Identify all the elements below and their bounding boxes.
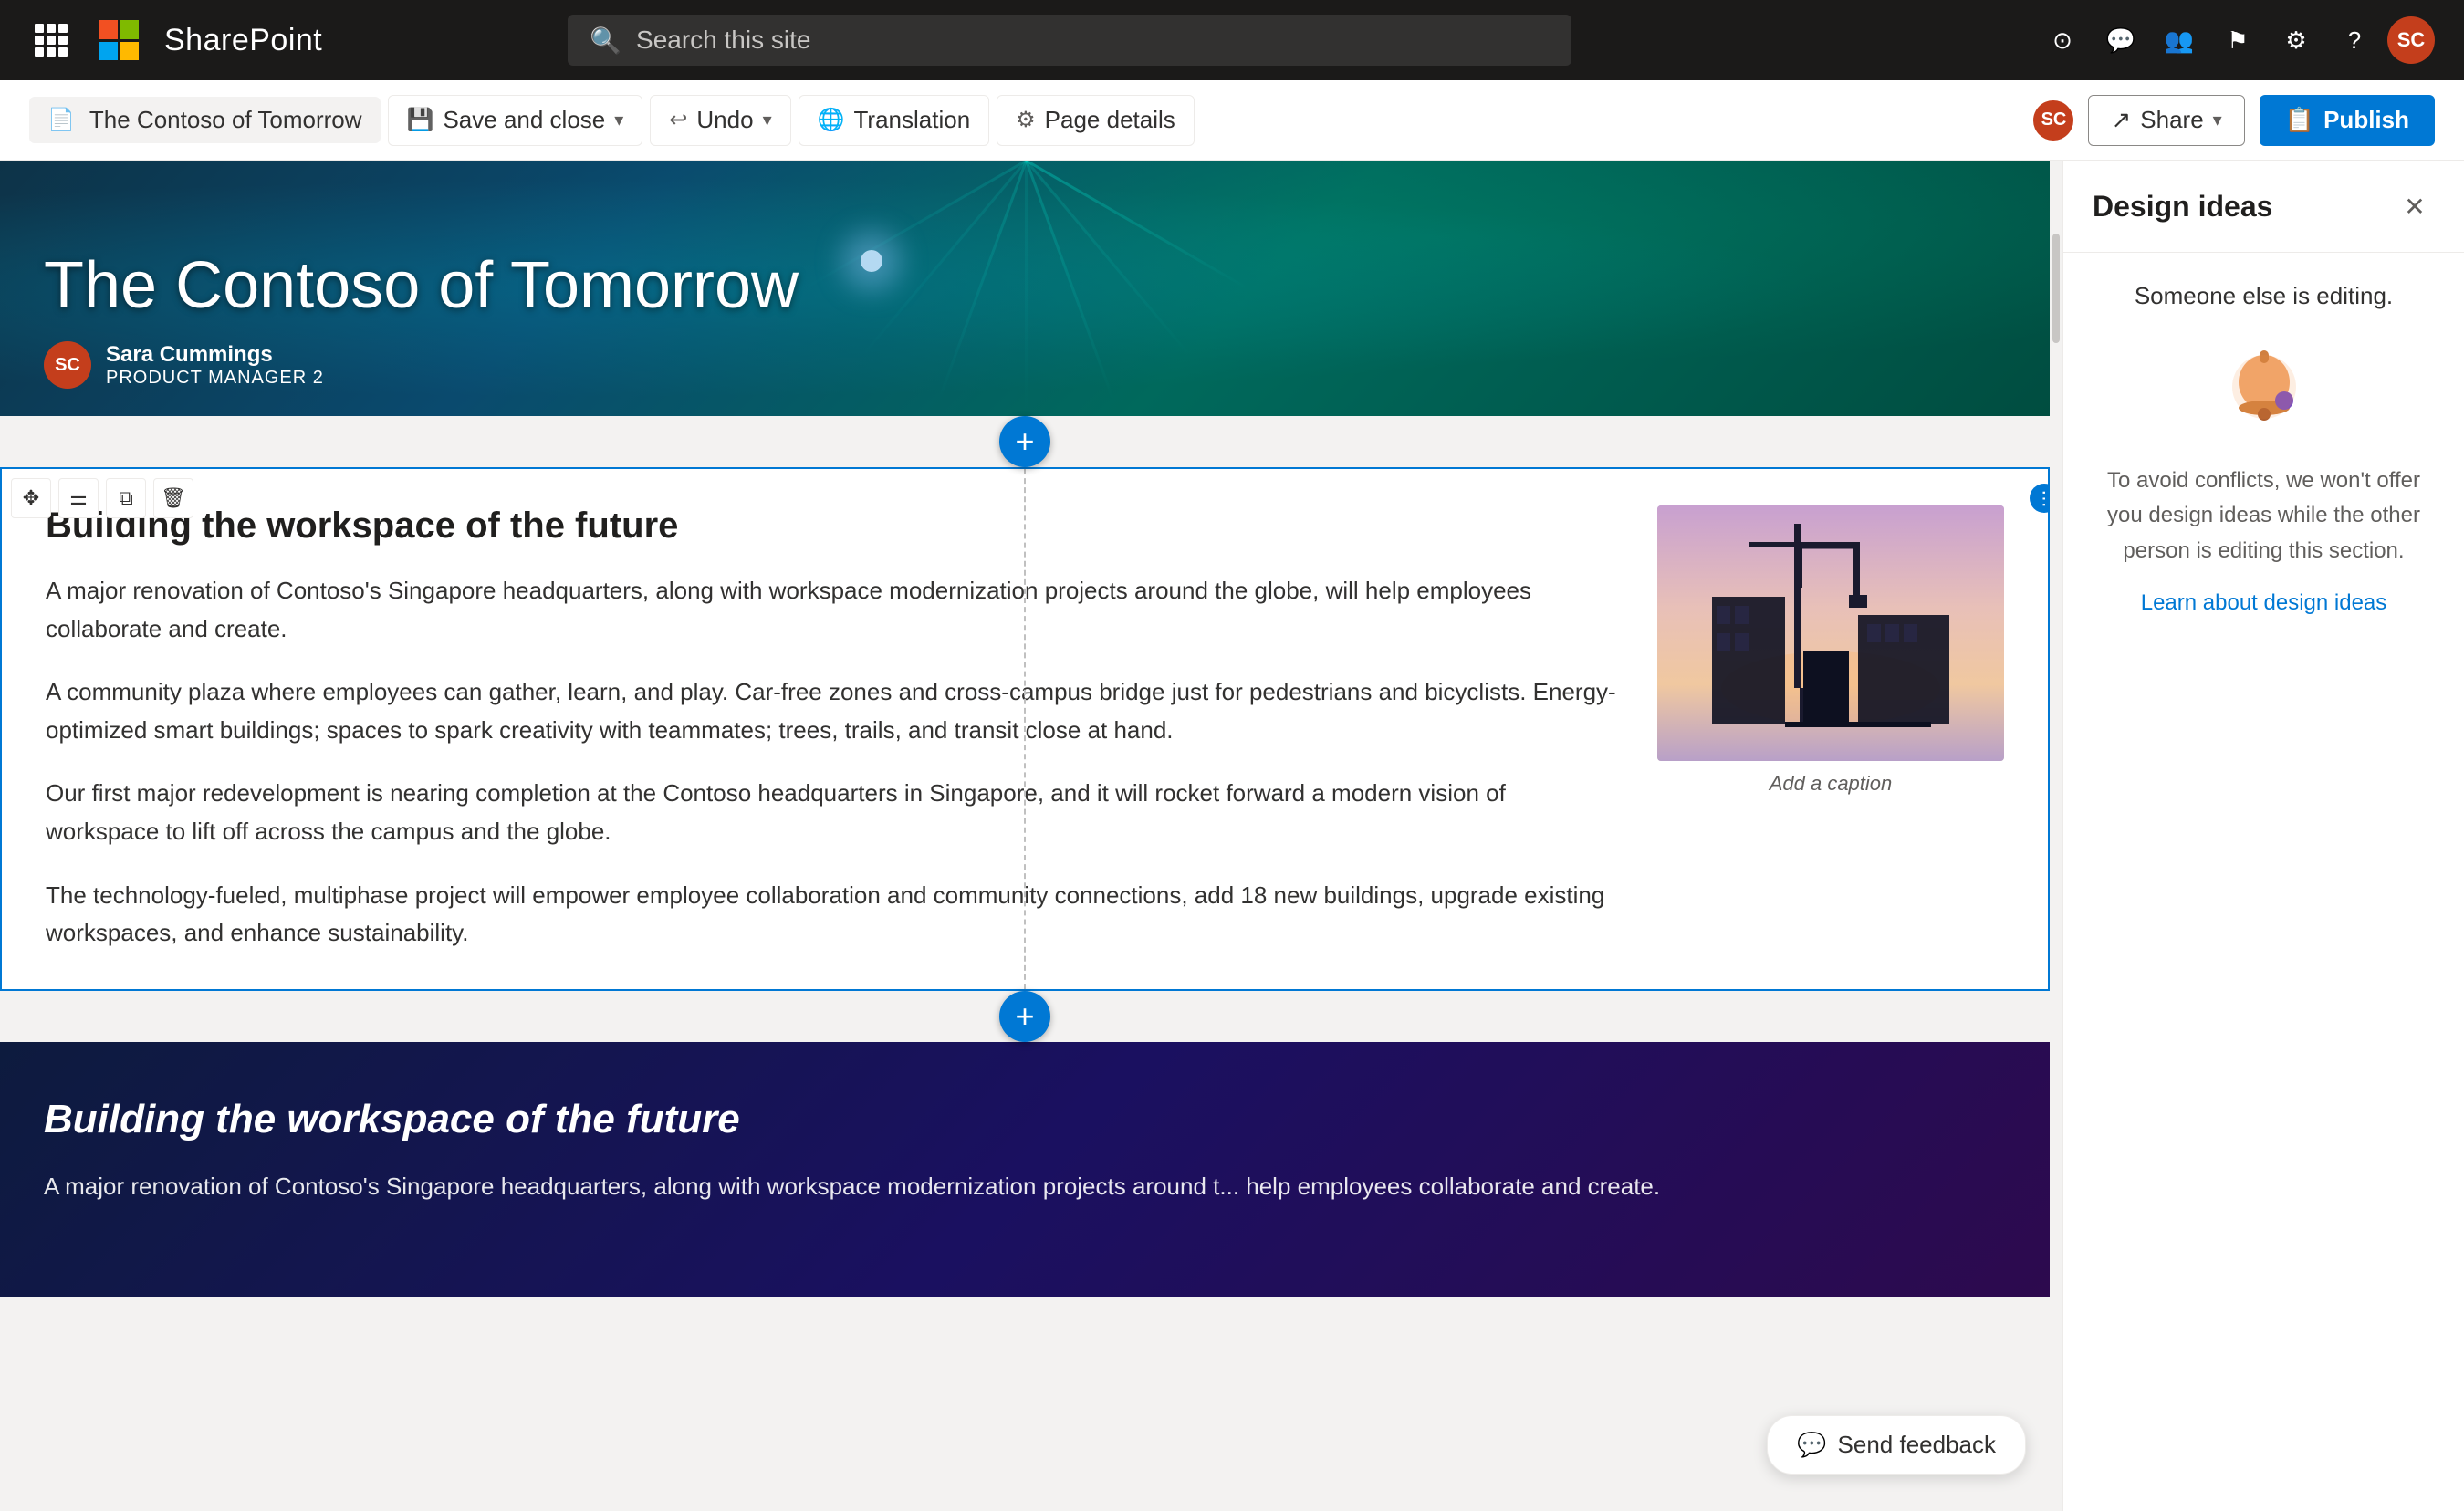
add-section-button-bottom[interactable]: + [999,991,1050,1042]
editing-notice: Someone else is editing. [2135,282,2393,310]
author-row: SC Sara Cummings PRODUCT MANAGER 2 [44,341,799,389]
help-circle-icon[interactable]: ⊙ [2037,15,2088,66]
page-name-label: The Contoso of Tomorrow [89,106,362,134]
save-close-button[interactable]: 💾 Save and close ▾ [388,95,643,146]
content-section: Building the workspace of the future A m… [0,467,2050,991]
panel-description: To avoid conflicts, we won't offer you d… [2093,464,2435,568]
bell-illustration [2209,332,2319,442]
share-icon: ↗ [2111,106,2131,134]
content-options-button[interactable] [2030,484,2050,513]
page-toolbar: 📄 The Contoso of Tomorrow 💾 Save and clo… [0,80,2464,161]
toolbar-right-group: SC ↗ Share ▾ 📋 Publish [2033,95,2435,146]
bell-svg [2209,332,2319,442]
page-details-button[interactable]: ⚙ Page details [997,95,1195,146]
settings-icon[interactable]: ⚙ [2271,15,2322,66]
search-input[interactable] [636,26,1550,55]
author-name: Sara Cummings [106,342,324,368]
dark-section[interactable]: Building the workspace of the future A m… [0,1042,2050,1297]
user-avatar[interactable]: SC [2387,16,2435,64]
translation-button[interactable]: 🌐 Translation [799,95,990,146]
microsoft-logo [99,20,139,60]
people-icon[interactable]: 👥 [2154,15,2205,66]
page-details-icon: ⚙ [1016,107,1036,133]
hero-title: The Contoso of Tomorrow [44,248,799,323]
paragraph-2: A community plaza where employees can ga… [46,673,1621,749]
publish-label: Publish [2323,106,2409,134]
editor-avatar: SC [2033,100,2073,141]
save-close-label: Save and close [443,106,605,134]
main-area: The Contoso of Tomorrow SC Sara Cummings… [0,161,2464,1511]
page-editor[interactable]: The Contoso of Tomorrow SC Sara Cummings… [0,161,2050,1511]
hero-section: The Contoso of Tomorrow SC Sara Cummings… [0,161,2050,416]
page-indicator[interactable]: 📄 The Contoso of Tomorrow [29,97,381,143]
design-ideas-panel: Design ideas ✕ Someone else is editing. [2062,161,2464,1511]
text-column[interactable]: Building the workspace of the future A m… [46,505,1657,953]
construction-image-svg [1657,505,2004,761]
image-column: Add a caption [1657,505,2004,953]
move-section-button[interactable]: ✥ [11,478,51,518]
save-close-chevron[interactable]: ▾ [614,109,623,131]
delete-icon: 🗑 [161,486,186,510]
scrollbar[interactable] [2050,161,2062,1511]
feedback-label: Send feedback [1838,1431,1996,1459]
add-section-button-top[interactable]: + [999,416,1050,467]
undo-icon: ↩ [669,107,687,133]
feedback-icon: 💬 [1797,1431,1826,1459]
panel-title: Design ideas [2093,190,2272,224]
save-icon: 💾 [407,107,434,133]
add-section-below: + [0,991,2050,1042]
question-icon[interactable]: ? [2329,15,2380,66]
share-chevron[interactable]: ▾ [2213,109,2222,131]
hero-content: The Contoso of Tomorrow SC Sara Cummings… [44,248,799,389]
undo-chevron[interactable]: ▾ [763,109,772,131]
panel-close-button[interactable]: ✕ [2395,186,2435,226]
dark-section-heading: Building the workspace of the future [44,1097,2006,1142]
learn-design-ideas-link[interactable]: Learn about design ideas [2141,590,2387,616]
app-name: SharePoint [164,23,322,58]
undo-button[interactable]: ↩ Undo ▾ [650,95,790,146]
author-role: PRODUCT MANAGER 2 [106,368,324,389]
paragraph-4: The technology-fueled, multiphase projec… [46,877,1621,953]
waffle-icon [35,24,68,57]
scroll-thumb[interactable] [2052,234,2060,343]
section-heading: Building the workspace of the future [46,505,1621,547]
publish-button[interactable]: 📋 Publish [2260,95,2435,146]
author-info: Sara Cummings PRODUCT MANAGER 2 [106,342,324,389]
add-section-above: + [0,416,2050,467]
chat-icon[interactable]: 💬 [2095,15,2146,66]
content-section-wrapper: ✥ ⚌ ⧉ 🗑 Building th [0,467,2050,991]
toolbar-left-group: 📄 The Contoso of Tomorrow 💾 Save and clo… [29,95,2022,146]
delete-section-button[interactable]: 🗑 [153,478,193,518]
duplicate-section-button[interactable]: ⧉ [106,478,146,518]
search-bar[interactable]: 🔍 [568,15,1571,66]
send-feedback-button[interactable]: 💬 Send feedback [1767,1415,2026,1475]
image-caption[interactable]: Add a caption [1657,772,2004,796]
edit-icon: ⚌ [69,486,88,510]
panel-header: Design ideas ✕ [2063,161,2464,253]
app-launcher-button[interactable] [29,18,73,62]
page-details-label: Page details [1045,106,1175,134]
move-icon: ✥ [23,486,39,510]
edit-section-button[interactable]: ⚌ [58,478,99,518]
paragraph-1: A major renovation of Contoso's Singapor… [46,572,1621,648]
top-navigation: SharePoint 🔍 ⊙ 💬 👥 ⚑ ⚙ ? SC [0,0,2464,80]
author-avatar: SC [44,341,91,389]
dark-section-paragraph: A major renovation of Contoso's Singapor… [44,1168,2006,1206]
search-icon: 🔍 [590,26,621,56]
share-label: Share [2140,106,2203,134]
share-button[interactable]: ↗ Share ▾ [2088,95,2244,146]
translation-label: Translation [854,106,971,134]
paragraph-3: Our first major redevelopment is nearing… [46,775,1621,850]
undo-label: Undo [696,106,753,134]
nav-icons: ⊙ 💬 👥 ⚑ ⚙ ? SC [2037,15,2435,66]
panel-content: Someone else is editing. [2063,253,2464,1511]
duplicate-icon: ⧉ [119,486,133,510]
section-toolbar: ✥ ⚌ ⧉ 🗑 [11,478,193,518]
content-image[interactable] [1657,505,2004,761]
translation-icon: 🌐 [818,107,845,133]
column-divider [1024,469,1026,989]
flag-icon[interactable]: ⚑ [2212,15,2263,66]
page-icon: 📄 [47,107,75,133]
publish-icon: 📋 [2285,106,2314,134]
